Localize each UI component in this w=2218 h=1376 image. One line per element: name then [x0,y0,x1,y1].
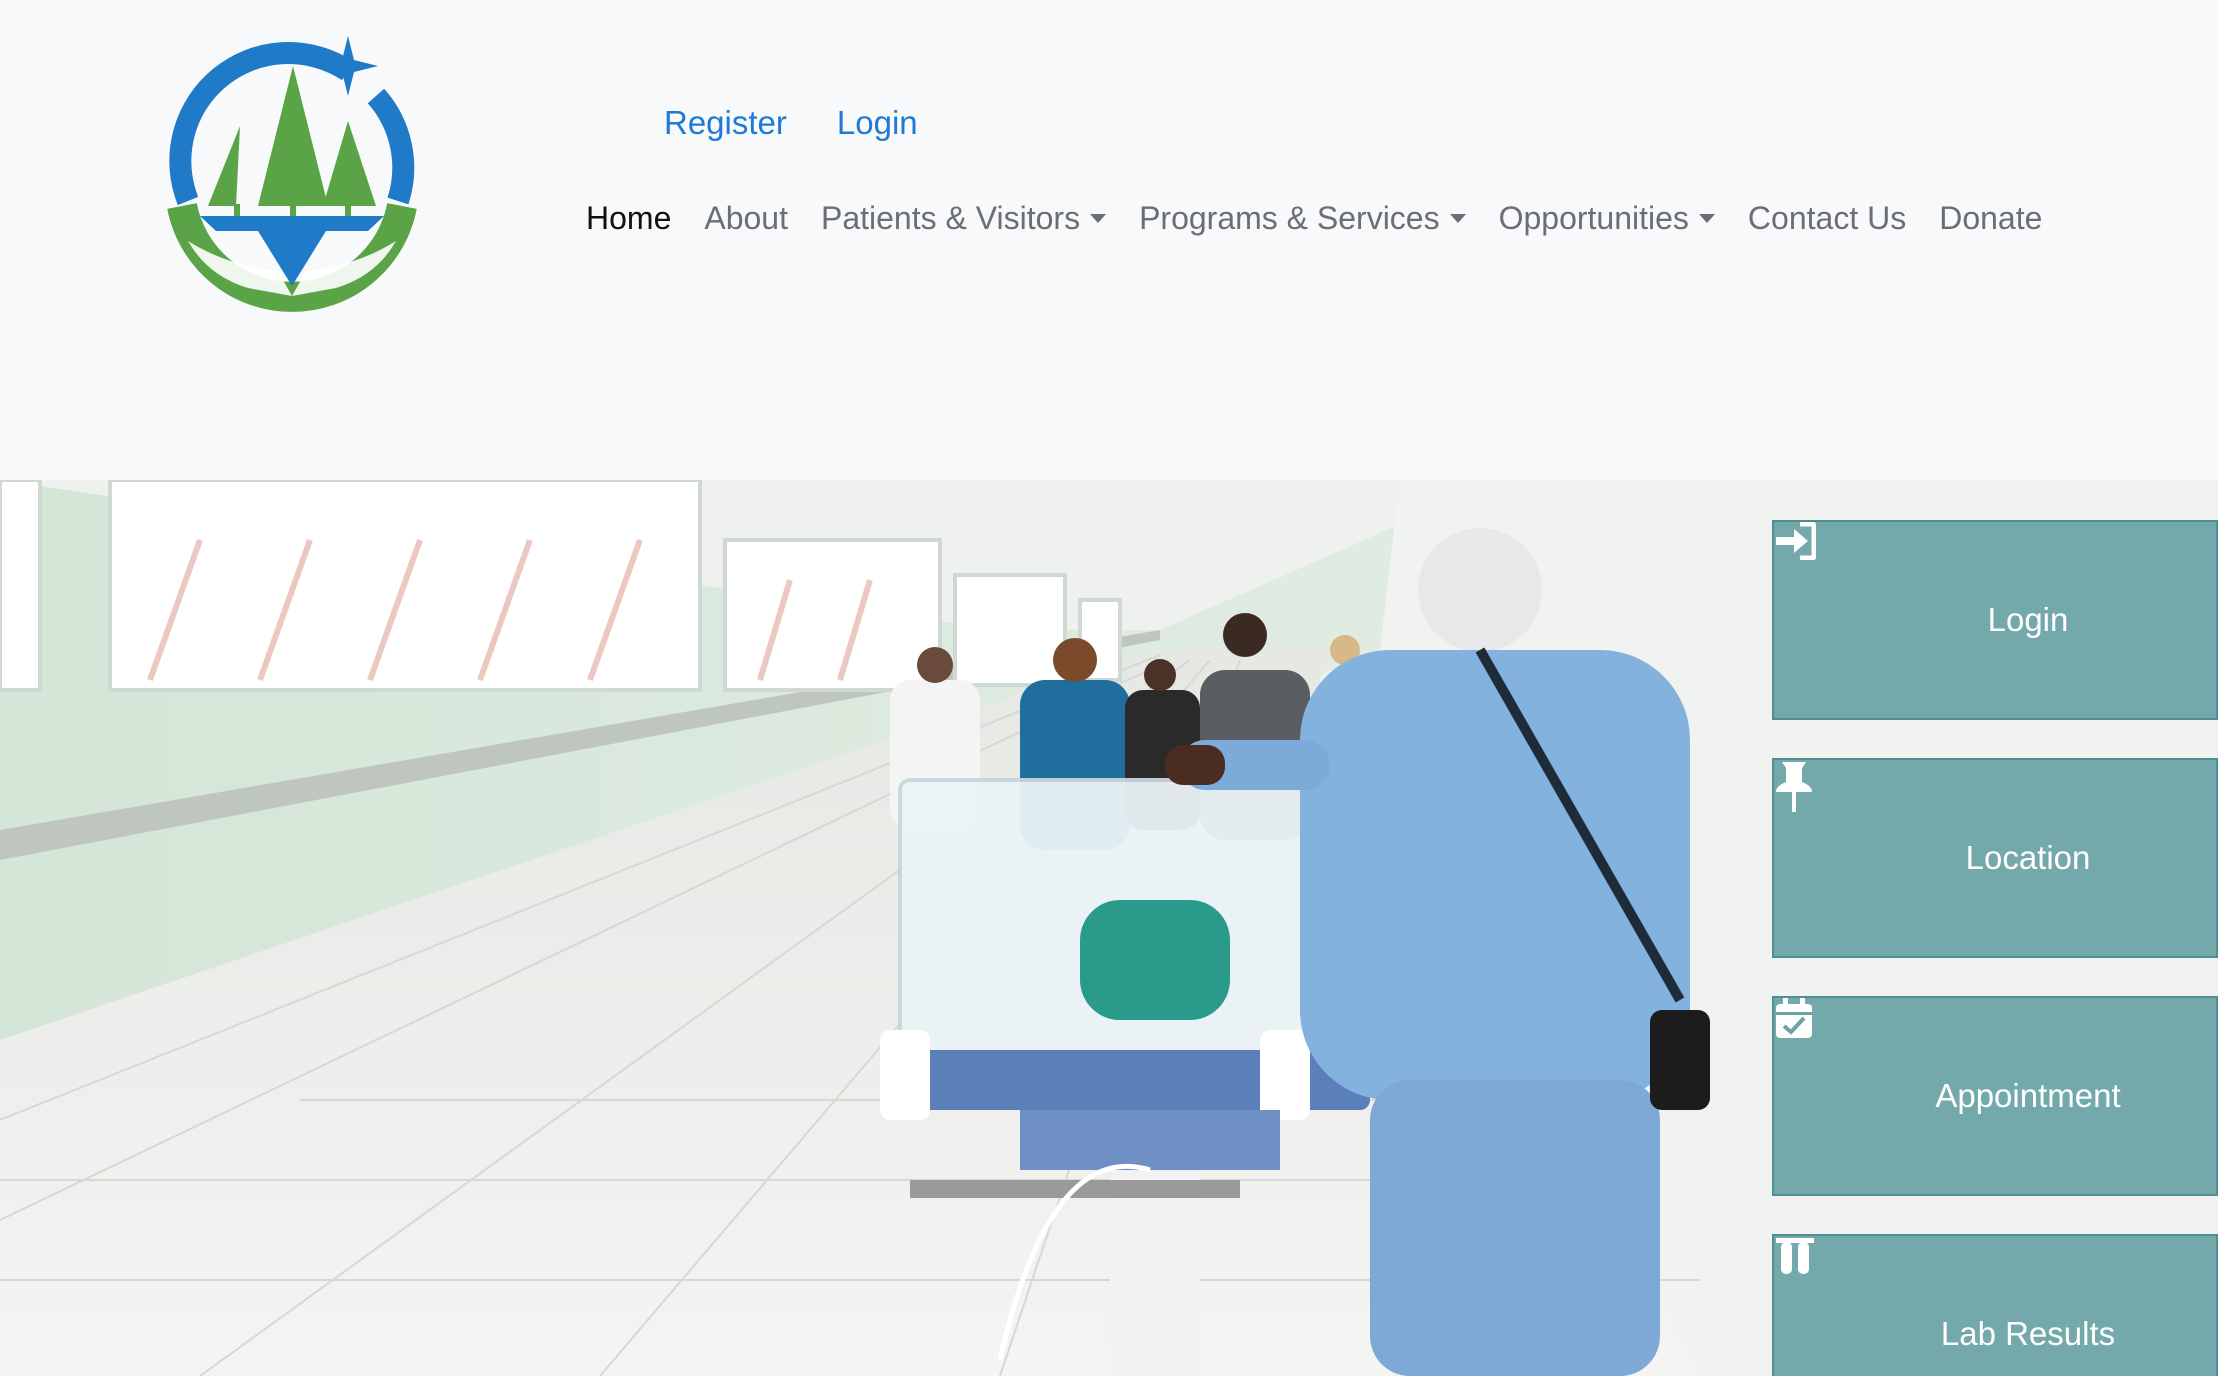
chevron-down-icon [1698,214,1715,223]
pushpin-icon [1776,762,1944,880]
nav-programs-services[interactable]: Programs & Services [1139,200,1466,237]
chevron-down-icon [1449,214,1466,223]
hero-image: Login Location Appointment Lab Results [0,480,2218,1376]
nav-home[interactable]: Home [586,200,671,237]
nav-contact-us[interactable]: Contact Us [1748,200,1906,237]
nav-patients-visitors[interactable]: Patients & Visitors [820,200,1107,237]
nav-opportunities[interactable]: Opportunities [1499,200,1715,237]
quick-location-label: Location [1965,839,2091,876]
nav-contact-label: Contact Us [1747,200,1907,236]
site-header: Register Login Home About Patients & Vis… [0,0,2218,480]
quick-location-button[interactable]: Location [1772,758,2218,958]
hospital-logo[interactable] [148,26,436,314]
calendar-check-icon [1776,998,1913,1118]
quick-appointment-button[interactable]: Appointment [1772,996,2218,1196]
register-link[interactable]: Register [664,104,787,142]
quick-lab-results-label: Lab Results [1940,1315,2116,1352]
quick-login-label: Login [1987,601,2069,638]
main-nav: Home About Patients & Visitors Programs … [586,200,2075,237]
quick-lab-results-button[interactable]: Lab Results [1772,1234,2218,1376]
nav-donate-label: Donate [1939,200,2043,236]
login-link[interactable]: Login [837,104,918,142]
nav-about-label: About [704,200,788,236]
nav-donate[interactable]: Donate [1939,200,2042,237]
nav-opportunities-label: Opportunities [1498,200,1689,236]
top-links: Register Login [664,104,918,142]
quick-login-button[interactable]: Login [1772,520,2218,720]
quick-appointment-label: Appointment [1935,1077,2121,1114]
nav-programs-label: Programs & Services [1139,200,1440,236]
nav-patients-label: Patients & Visitors [820,200,1081,236]
test-tubes-icon [1776,1238,1919,1356]
nav-home-label: Home [586,200,672,236]
chevron-down-icon [1090,214,1107,223]
sign-in-icon [1776,522,1966,642]
nav-about[interactable]: About [704,200,788,237]
